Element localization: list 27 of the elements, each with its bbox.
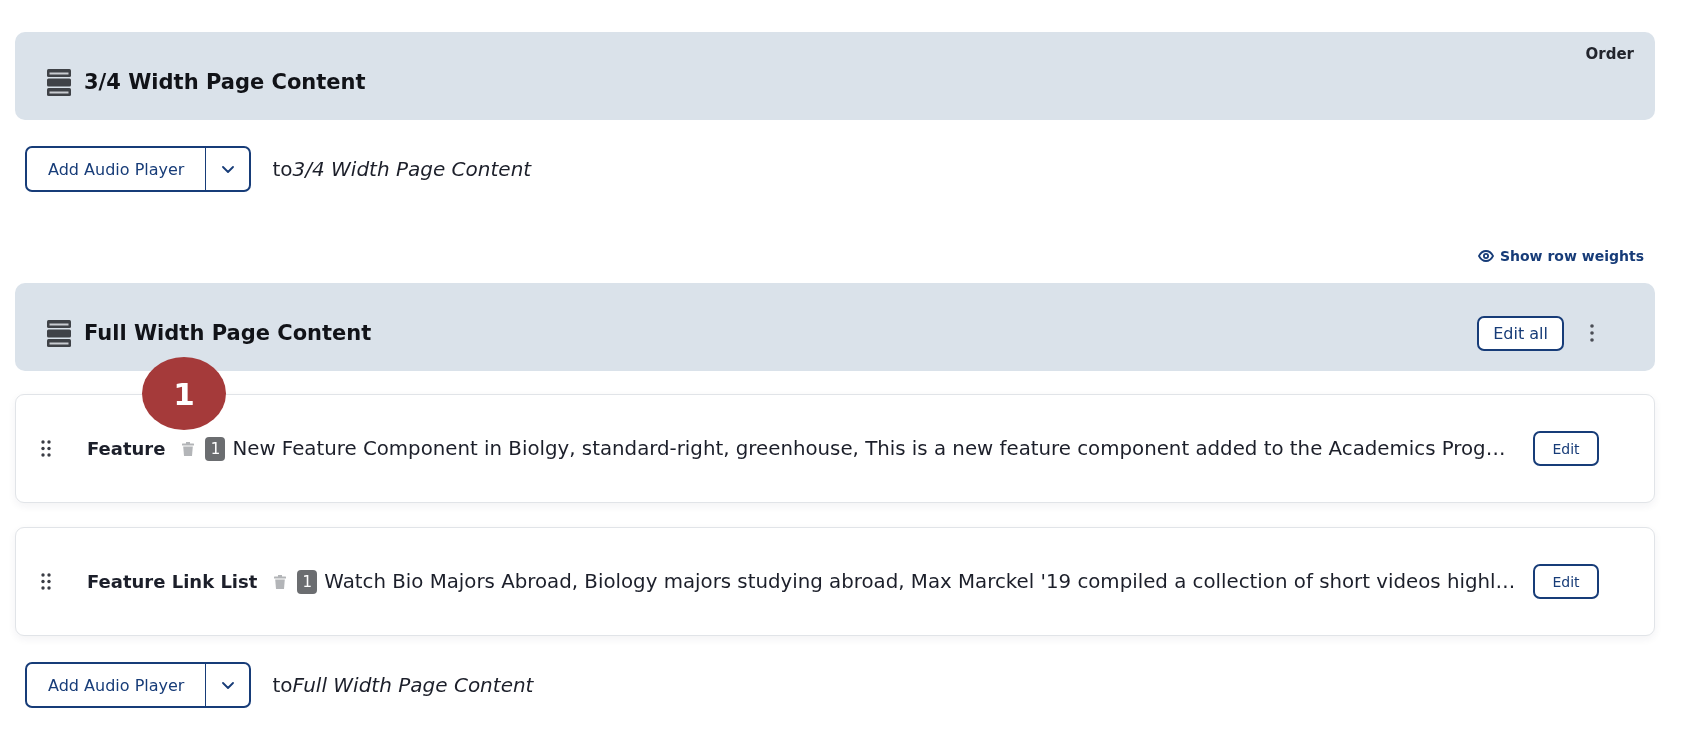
stacked-rows-icon xyxy=(47,68,71,96)
drag-handle-icon[interactable] xyxy=(41,440,51,457)
add-target-text: to3/4 Width Page Content xyxy=(272,157,532,181)
show-row-weights-link[interactable]: Show row weights xyxy=(1477,247,1644,265)
add-button[interactable]: Add Audio Player xyxy=(25,146,207,192)
component-title: Feature xyxy=(87,438,166,459)
chevron-down-icon xyxy=(221,165,234,173)
order-label: Order xyxy=(1585,44,1634,64)
kebab-menu-icon[interactable] xyxy=(1590,324,1594,342)
component-summary: New Feature Component in Biolgy, standard-right, greenhouse, This is a new feature component added to the Academics Prog… xyxy=(232,437,1507,460)
drag-handle-icon[interactable] xyxy=(41,573,51,590)
edit-all-button[interactable]: Edit all xyxy=(1477,315,1564,351)
edit-button[interactable]: Edit xyxy=(1533,431,1599,466)
edit-button[interactable]: Edit xyxy=(1533,564,1599,599)
dropdown-toggle-button[interactable] xyxy=(206,662,252,708)
count-badge: 1 xyxy=(297,569,318,594)
dropdown-toggle-button[interactable] xyxy=(206,146,252,192)
chevron-down-icon xyxy=(221,681,234,689)
component-summary: Watch Bio Majors Abroad, Biology majors studying abroad, Max Marckel '19 compiled a collection of short videos highl… xyxy=(324,570,1517,593)
count-badge: 1 xyxy=(205,436,226,461)
add-button[interactable]: Add Audio Player xyxy=(25,662,207,708)
eye-icon xyxy=(1477,250,1494,262)
section-title: 3/4 Width Page Content xyxy=(84,70,366,94)
section-title: Full Width Page Content xyxy=(84,321,372,345)
add-target-text: toFull Width Page Content xyxy=(272,673,534,697)
stacked-rows-icon xyxy=(47,319,71,347)
component-title: Feature Link List xyxy=(87,571,258,592)
